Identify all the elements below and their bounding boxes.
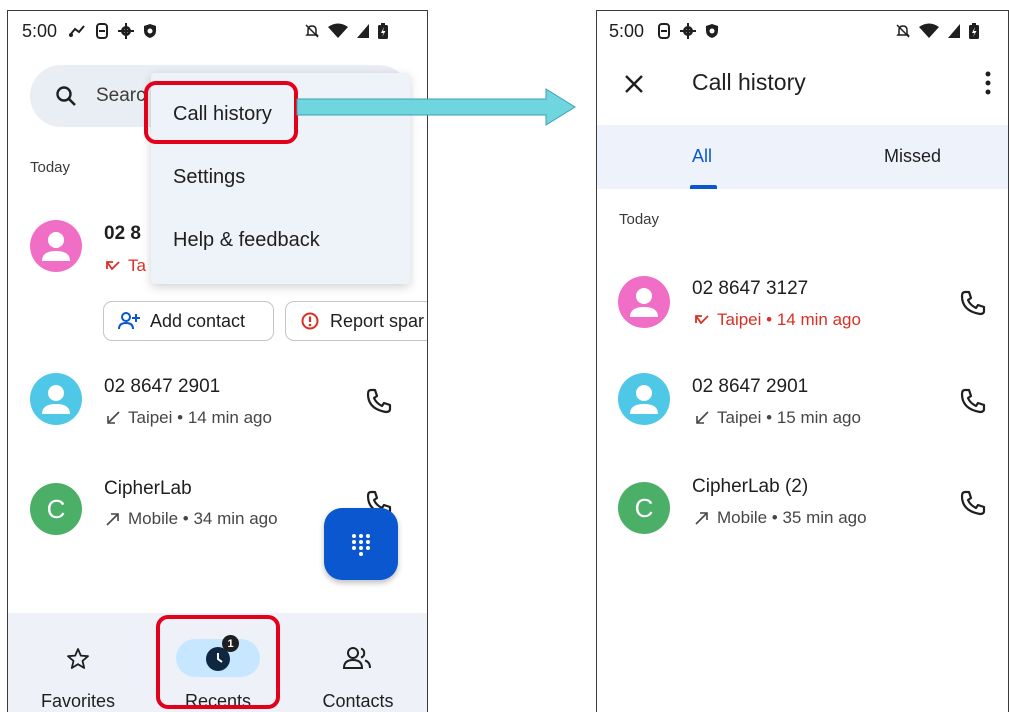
battery-icon (378, 23, 388, 39)
status-bar: 5:00 (597, 11, 1008, 51)
call-detail-text: Ta (128, 256, 146, 275)
menu-item-help-feedback[interactable]: Help & feedback (173, 229, 320, 252)
tab-all[interactable]: All (692, 146, 712, 167)
flow-arrow (296, 88, 576, 126)
call-detail-text: Mobile • 34 min ago (128, 509, 278, 528)
status-icons-right (895, 23, 979, 39)
mute-icon (305, 24, 319, 38)
call-name: 02 8647 3127 (692, 278, 809, 299)
phone-icon[interactable] (364, 386, 394, 416)
call-detail: Taipei • 14 min ago (105, 408, 272, 428)
add-contact-label: Add contact (150, 310, 246, 331)
nav-contacts-label: Contacts (322, 691, 394, 711)
call-history-highlight (144, 81, 298, 144)
report-icon (301, 312, 319, 330)
phone-icon[interactable] (958, 288, 988, 318)
person-icon (42, 385, 70, 414)
call-detail: Ta (105, 256, 146, 276)
shield-icon (706, 24, 718, 38)
wifi-icon (328, 23, 348, 38)
search-placeholder: Searc (96, 85, 146, 106)
settings-gear-icon (118, 23, 134, 39)
sim-icon (96, 23, 108, 39)
avatar: C (618, 482, 670, 534)
incoming-call-icon (696, 411, 709, 424)
signal-icon (357, 24, 369, 38)
search-icon (56, 86, 76, 106)
settings-gear-icon (680, 23, 696, 39)
add-contact-button[interactable]: Add contact (103, 301, 274, 341)
close-icon[interactable] (624, 74, 644, 94)
mute-icon (896, 24, 910, 38)
person-icon (42, 232, 70, 261)
incoming-call-icon (107, 411, 120, 424)
avatar-letter: C (46, 493, 66, 524)
avatar (30, 373, 82, 425)
call-name: 02 8647 2901 (104, 376, 221, 397)
add-person-icon (118, 312, 140, 330)
avatar (618, 276, 670, 328)
call-detail-text: Taipei • 14 min ago (128, 408, 272, 427)
page-title: Call history (692, 69, 806, 95)
report-spam-button[interactable]: Report spar (285, 301, 427, 341)
status-icons-left (68, 23, 157, 39)
status-bar: 5:00 (8, 11, 427, 51)
call-name: 02 8 (104, 223, 141, 244)
status-time: 5:00 (22, 21, 58, 41)
tab-missed[interactable]: Missed (884, 146, 941, 167)
call-name: 02 8647 2901 (692, 376, 809, 397)
right-phone-screen: 5:00 Call history All Missed Today 02 86… (596, 10, 1009, 712)
call-name: CipherLab (104, 478, 192, 499)
menu-item-settings[interactable]: Settings (173, 166, 245, 189)
dialpad-button[interactable] (324, 508, 398, 580)
call-detail-text: Taipei • 15 min ago (717, 408, 861, 427)
call-name: CipherLab (2) (692, 476, 809, 497)
missed-call-icon (695, 315, 709, 325)
phone-icon[interactable] (958, 386, 988, 416)
people-icon (343, 647, 371, 669)
call-detail: Mobile • 35 min ago (694, 508, 867, 528)
outgoing-call-icon (106, 513, 119, 526)
call-detail-text: Taipei • 14 min ago (717, 310, 861, 329)
avatar (30, 220, 82, 272)
person-icon (630, 288, 658, 317)
report-spam-label: Report spar (330, 310, 425, 331)
nav-favorites[interactable]: Favorites (8, 613, 148, 712)
missed-call-icon (106, 261, 120, 271)
usb-icon (69, 25, 85, 37)
section-today-label: Today (30, 159, 71, 176)
call-detail: Taipei • 15 min ago (694, 408, 861, 428)
outgoing-call-icon (695, 512, 708, 525)
signal-icon (948, 24, 960, 38)
call-detail-text: Mobile • 35 min ago (717, 508, 867, 527)
status-time: 5:00 (609, 21, 645, 41)
phone-icon[interactable] (958, 488, 988, 518)
tab-bar: All Missed (597, 125, 1008, 189)
wifi-icon (919, 23, 939, 38)
shield-icon (144, 24, 156, 38)
recents-highlight (156, 615, 280, 709)
status-icons-right (304, 23, 388, 39)
avatar: C (30, 483, 82, 535)
section-today-label: Today (619, 211, 660, 228)
call-detail: Mobile • 34 min ago (105, 509, 278, 529)
avatar-letter: C (634, 492, 654, 523)
avatar (618, 373, 670, 425)
nav-favorites-label: Favorites (40, 691, 116, 711)
star-icon (67, 648, 89, 669)
call-detail: Taipei • 14 min ago (694, 310, 861, 330)
tab-active-indicator (690, 185, 717, 189)
more-vert-icon[interactable] (985, 71, 991, 95)
nav-contacts[interactable]: Contacts (288, 613, 427, 712)
sim-icon (658, 23, 670, 39)
person-icon (630, 385, 658, 414)
status-icons-left (657, 23, 719, 39)
battery-icon (969, 23, 979, 39)
dialpad-icon (352, 534, 370, 556)
